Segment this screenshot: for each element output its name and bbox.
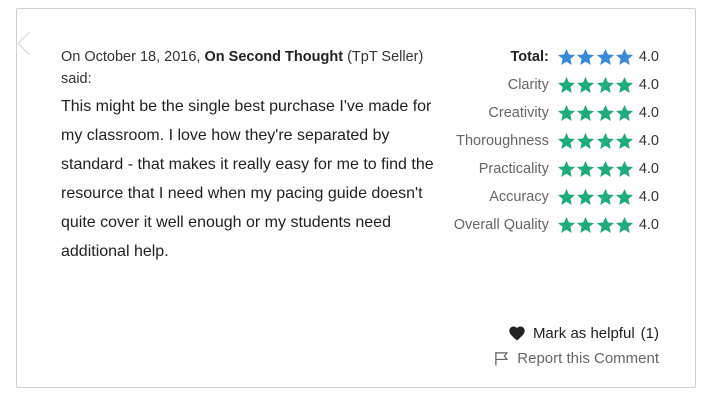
star-icon	[557, 160, 575, 177]
rating-label: Thoroughness	[456, 133, 549, 149]
rating-value: 4.0	[638, 77, 659, 93]
star-icon	[596, 160, 614, 177]
rating-label: Overall Quality	[453, 217, 549, 233]
comment-date: On October 18, 2016,	[61, 49, 201, 65]
ratings-panel: Total: 4.0 Clarity 4.0 Creativity 4.0 Th…	[454, 43, 659, 239]
star-icon	[616, 160, 634, 177]
comment: On October 18, 2016, On Second Thought (…	[61, 46, 446, 266]
star-icon	[557, 76, 575, 93]
star-icon	[577, 132, 595, 149]
star-rating	[557, 104, 635, 122]
star-rating	[557, 188, 635, 206]
star-icon	[596, 104, 614, 121]
report-comment-button[interactable]: Report this Comment	[494, 346, 659, 370]
star-icon	[616, 216, 634, 233]
comment-actions: Mark as helpful (1) Report this Comment	[494, 322, 659, 370]
rating-label: Clarity	[507, 77, 549, 93]
comment-meta: On October 18, 2016, On Second Thought (…	[61, 46, 446, 90]
helpful-count: (1)	[640, 324, 659, 342]
rating-label: Creativity	[488, 105, 549, 121]
rating-value: 4.0	[638, 189, 659, 205]
comment-author[interactable]: On Second Thought	[204, 49, 343, 65]
star-rating	[557, 76, 635, 94]
review-card: On October 18, 2016, On Second Thought (…	[16, 8, 696, 388]
star-rating	[557, 48, 635, 66]
flag-icon	[495, 351, 509, 366]
star-icon	[596, 216, 614, 233]
star-rating	[557, 160, 635, 178]
star-icon	[557, 104, 575, 121]
star-icon	[596, 76, 614, 93]
star-icon	[577, 104, 595, 121]
star-icon	[577, 48, 595, 65]
rating-row: Thoroughness 4.0	[454, 127, 659, 155]
star-icon	[557, 132, 575, 149]
star-rating	[557, 216, 635, 234]
rating-value: 4.0	[638, 133, 659, 149]
mark-helpful-label: Mark as helpful	[532, 324, 635, 342]
star-icon	[557, 48, 575, 65]
star-rating	[557, 132, 635, 150]
rating-row: Clarity 4.0	[454, 71, 659, 99]
rating-value: 4.0	[638, 105, 659, 121]
star-icon	[557, 216, 575, 233]
star-icon	[616, 132, 634, 149]
rating-label: Practicality	[478, 161, 549, 177]
star-icon	[577, 216, 595, 233]
comment-text: This might be the single best purchase I…	[61, 98, 434, 260]
rating-row: Practicality 4.0	[454, 155, 659, 183]
star-icon	[596, 132, 614, 149]
report-comment-label: Report this Comment	[517, 349, 659, 367]
star-icon	[616, 48, 634, 65]
rating-value: 4.0	[638, 161, 659, 177]
rating-label: Total:	[510, 49, 549, 65]
speech-notch	[17, 31, 42, 56]
star-icon	[577, 160, 595, 177]
star-icon	[616, 76, 634, 93]
rating-row: Total: 4.0	[454, 43, 659, 71]
rating-row: Overall Quality 4.0	[454, 211, 659, 239]
rating-row: Accuracy 4.0	[454, 183, 659, 211]
rating-label: Accuracy	[489, 189, 549, 205]
rating-value: 4.0	[638, 49, 659, 65]
heart-icon	[509, 326, 525, 340]
star-icon	[577, 76, 595, 93]
star-icon	[616, 188, 634, 205]
rating-row: Creativity 4.0	[454, 99, 659, 127]
mark-helpful-button[interactable]: Mark as helpful (1)	[494, 322, 659, 344]
star-icon	[596, 188, 614, 205]
star-icon	[557, 188, 575, 205]
star-icon	[616, 104, 634, 121]
star-icon	[596, 48, 614, 65]
star-icon	[577, 188, 595, 205]
rating-value: 4.0	[638, 217, 659, 233]
